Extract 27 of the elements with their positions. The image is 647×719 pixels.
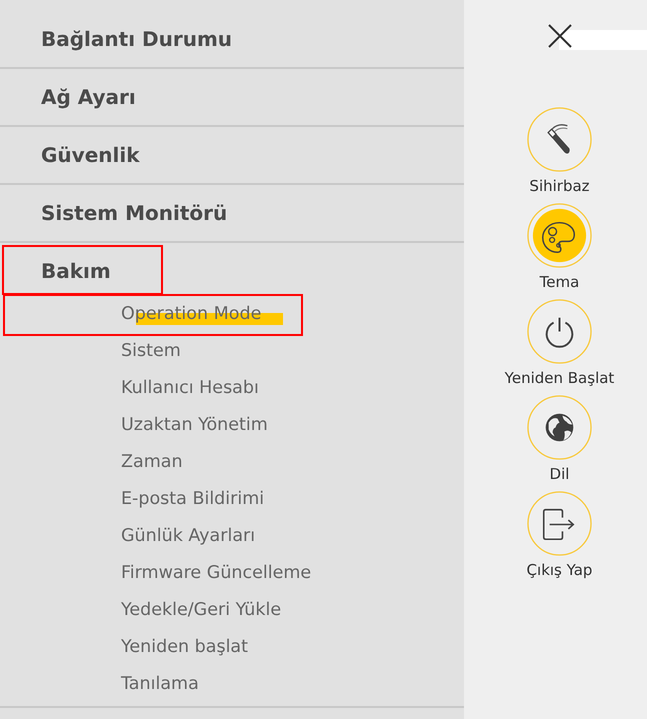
submenu-item[interactable]: Zaman	[121, 452, 183, 472]
logout-icon	[526, 491, 592, 556]
submenu-item[interactable]: Yeniden başlat	[121, 636, 248, 656]
close-icon	[548, 24, 572, 48]
submenu-item[interactable]: Yedekle/Geri Yükle	[121, 600, 282, 620]
globe-icon	[526, 395, 592, 460]
power-icon	[526, 299, 592, 364]
submenu-item[interactable]: Kullanıcı Hesabı	[121, 378, 259, 398]
shortcut-button[interactable]: Çıkış Yap	[526, 491, 592, 580]
submenu-item[interactable]: Uzaktan Yönetim	[121, 414, 268, 434]
submenu-item[interactable]: E-posta Bildirimi	[121, 488, 264, 508]
menu-item[interactable]: Bağlantı Durumu	[41, 27, 232, 51]
submenu-item[interactable]: Günlük Ayarları	[121, 526, 256, 546]
menu-item[interactable]: Ağ Ayarı	[41, 85, 136, 109]
submenu-item[interactable]: Tanılama	[121, 674, 199, 694]
shortcut-button[interactable]: Sihirbaz	[526, 107, 592, 196]
submenu-item[interactable]: Sistem	[121, 340, 181, 360]
shortcut-button[interactable]: Yeniden Başlat	[504, 299, 614, 388]
menu-item[interactable]: Bakım	[41, 259, 111, 283]
wand-icon	[526, 107, 592, 172]
shortcut-button[interactable]: Dil	[526, 395, 592, 484]
palette-icon	[526, 203, 592, 268]
menu-item[interactable]: Sistem Monitörü	[41, 201, 228, 225]
menu-item[interactable]: Güvenlik	[41, 143, 140, 167]
submenu-item[interactable]: Firmware Güncelleme	[121, 562, 312, 582]
close-button[interactable]	[548, 24, 572, 48]
shortcut-button[interactable]: Tema	[526, 203, 592, 292]
